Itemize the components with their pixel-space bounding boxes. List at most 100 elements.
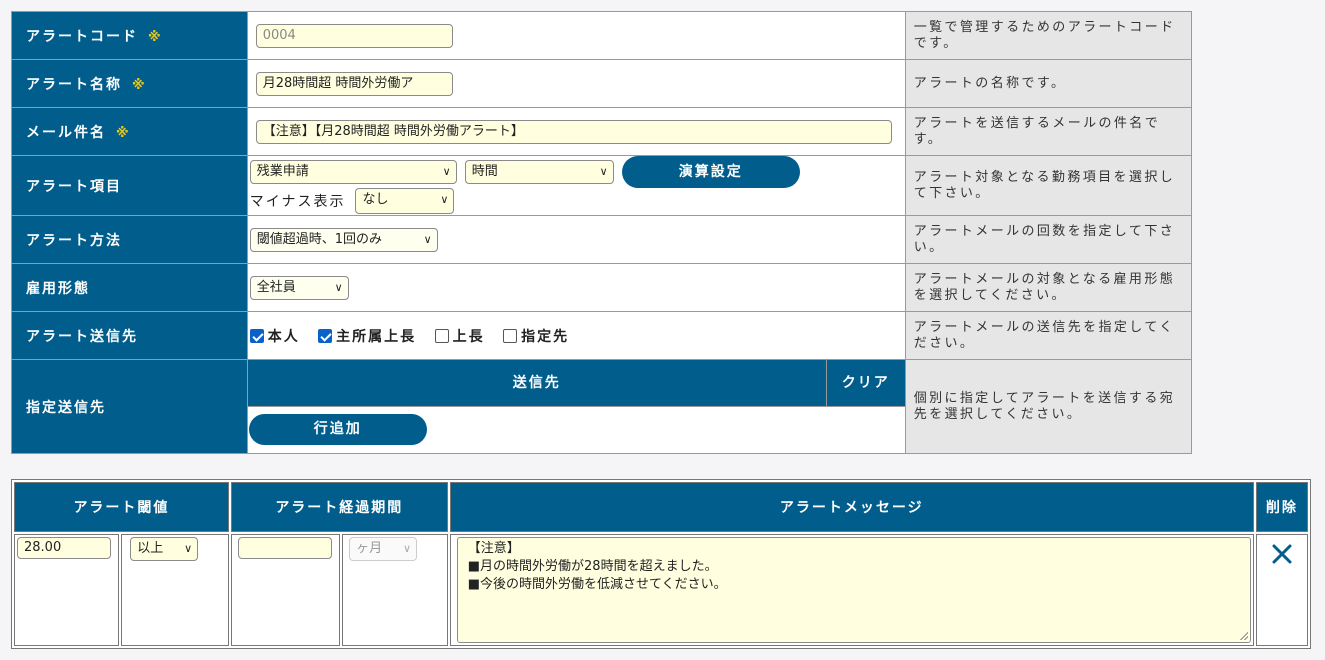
chevron-down-icon: ∨ — [184, 542, 193, 555]
alert-method-select[interactable]: 閾値超過時、1回のみ ∨ — [249, 227, 438, 252]
input-cell: 送信先 クリア 行追加 — [246, 359, 906, 454]
employment-type-desc: アラートメールの対象となる雇用形態を選択してください。 — [904, 263, 1193, 312]
period-unit-cell: ヶ月 ∨ — [342, 534, 448, 646]
mail-subject-desc: アラートを送信するメールの件名です。 — [904, 107, 1193, 156]
message-line: ■月の時間外労働が28時間を超えました。 — [467, 559, 718, 574]
label-cell: メール件名 ※ — [11, 107, 248, 156]
period-value-cell — [230, 534, 341, 646]
item-unit-value: 時間 — [471, 163, 498, 179]
row-alert-code: アラートコード ※ 0004 一覧で管理するためのアラートコードです。 — [11, 11, 1193, 60]
minus-display-label: マイナス表示 — [249, 193, 346, 210]
period-unit-select[interactable]: ヶ月 ∨ — [349, 537, 418, 561]
calc-settings-button[interactable]: 演算設定 — [621, 155, 800, 188]
alert-settings-form: アラートコード ※ 0004 一覧で管理するためのアラートコードです。 アラート名… — [11, 11, 1193, 454]
alert-recipients-desc: アラートメールの送信先を指定してください。 — [904, 311, 1193, 360]
destination-column-header: 送信先 — [247, 360, 827, 406]
add-row-button[interactable]: 行追加 — [248, 414, 427, 445]
chevron-down-icon: ∨ — [599, 164, 608, 178]
comparison-cell: 以上 ∨ — [121, 534, 229, 646]
alert-code-label: アラートコード — [26, 28, 138, 45]
clear-column-header: クリア — [826, 360, 905, 406]
chevron-down-icon: ∨ — [334, 280, 343, 294]
required-mark: ※ — [116, 125, 131, 141]
alert-code-input[interactable]: 0004 — [255, 23, 453, 48]
table-row: 28.00 以上 ∨ ヶ月 ∨ 【注意】 ■月の時間外労働が28時間を超えました。 … — [14, 534, 1308, 646]
alert-method-value: 閾値超過時、1回のみ — [256, 231, 382, 247]
input-cell: 本人 主所属上長 上長 指定先 — [246, 311, 906, 360]
alert-threshold-table: アラート閾値 アラート経過期間 アラートメッセージ 削除 28.00 以上 ∨ ヶ… — [11, 479, 1311, 649]
threshold-value-cell: 28.00 — [14, 534, 120, 646]
recipient-main-boss-label: 主所属上長 — [336, 328, 417, 345]
message-line: ■今後の時間外労働を低減させてください。 — [467, 577, 727, 592]
input-cell: 0004 — [246, 11, 906, 60]
item-select-line: 残業申請 ∨ 時間 ∨ 演算設定 — [249, 155, 905, 188]
row-alert-method: アラート方法 閾値超過時、1回のみ ∨ アラートメールの回数を指定して下さい。 — [11, 215, 1193, 264]
minus-display-value: なし — [362, 191, 389, 207]
required-mark: ※ — [148, 29, 163, 45]
input-cell: 月28時間超 時間外労働ア — [246, 59, 906, 108]
close-icon[interactable] — [1271, 543, 1293, 565]
input-cell: 残業申請 ∨ 時間 ∨ 演算設定 マイナス表示 なし ∨ — [246, 155, 906, 216]
recipient-designated-checkbox[interactable] — [503, 328, 518, 343]
recipient-boss-checkbox[interactable] — [434, 328, 449, 343]
chevron-down-icon: ∨ — [440, 192, 449, 206]
row-alert-recipients: アラート送信先 本人 主所属上長 上長 指定先 アラートメールの送信先を指定して… — [11, 311, 1193, 360]
period-input[interactable] — [237, 537, 332, 559]
alert-name-desc: アラートの名称です。 — [904, 59, 1193, 108]
period-unit-value: ヶ月 — [356, 541, 383, 556]
designated-recipients-desc: 個別に指定してアラートを送信する宛先を選択してください。 — [904, 359, 1193, 454]
input-cell: 全社員 ∨ — [246, 263, 906, 312]
alert-code-desc: 一覧で管理するためのアラートコードです。 — [904, 11, 1193, 60]
message-column-header: アラートメッセージ — [449, 482, 1254, 532]
minus-line: マイナス表示 なし ∨ — [250, 187, 905, 215]
message-cell: 【注意】 ■月の時間外労働が28時間を超えました。 ■今後の時間外労働を低減させ… — [449, 534, 1254, 646]
mail-subject-input[interactable]: 【注意】【月28時間超 時間外労働アラート】 — [255, 119, 892, 144]
alert-recipients-label: アラート送信先 — [11, 311, 248, 360]
threshold-column-header: アラート閾値 — [14, 482, 229, 532]
comparison-select[interactable]: 以上 ∨ — [130, 537, 199, 561]
item-category-select[interactable]: 残業申請 ∨ — [249, 159, 457, 184]
period-column-header: アラート経過期間 — [230, 482, 448, 532]
alert-name-label: アラート名称 — [26, 76, 122, 93]
delete-cell — [1255, 534, 1308, 646]
mail-subject-label: メール件名 — [26, 124, 106, 141]
alert-table-header-row: アラート閾値 アラート経過期間 アラートメッセージ 削除 — [14, 482, 1308, 532]
recipient-designated-label: 指定先 — [521, 328, 570, 345]
row-designated-recipients: 指定送信先 送信先 クリア 行追加 個別に指定してアラートを送信する宛先を選択し… — [11, 359, 1193, 454]
threshold-input[interactable]: 28.00 — [17, 537, 111, 559]
alert-method-label: アラート方法 — [11, 215, 248, 264]
item-unit-select[interactable]: 時間 ∨ — [464, 159, 614, 184]
employment-type-value: 全社員 — [256, 279, 296, 295]
designated-recipients-label: 指定送信先 — [11, 359, 248, 454]
chevron-down-icon: ∨ — [423, 232, 432, 246]
recipient-self-label: 本人 — [267, 328, 300, 345]
row-employment-type: 雇用形態 全社員 ∨ アラートメールの対象となる雇用形態を選択してください。 — [11, 263, 1193, 312]
alert-name-input[interactable]: 月28時間超 時間外労働ア — [255, 71, 453, 96]
message-line: 【注意】 — [467, 541, 520, 556]
designated-header: 送信先 クリア — [247, 360, 905, 407]
row-alert-item: アラート項目 残業申請 ∨ 時間 ∨ 演算設定 マイナス表示 なし ∨ アラート対象と… — [11, 155, 1193, 216]
label-cell: アラートコード ※ — [11, 11, 248, 60]
chevron-down-icon: ∨ — [442, 164, 451, 178]
input-cell: 【注意】【月28時間超 時間外労働アラート】 — [246, 107, 906, 156]
employment-type-label: 雇用形態 — [11, 263, 248, 312]
alert-item-label: アラート項目 — [11, 155, 248, 216]
employment-type-select[interactable]: 全社員 ∨ — [249, 275, 349, 300]
required-mark: ※ — [132, 77, 147, 93]
input-cell: 閾値超過時、1回のみ ∨ — [246, 215, 906, 264]
item-category-value: 残業申請 — [256, 163, 309, 179]
comparison-value: 以上 — [137, 541, 164, 556]
recipient-main-boss-checkbox[interactable] — [318, 328, 333, 343]
row-mail-subject: メール件名 ※ 【注意】【月28時間超 時間外労働アラート】 アラートを送信するメ… — [11, 107, 1193, 156]
designated-actions: 行追加 — [248, 407, 905, 445]
row-alert-name: アラート名称 ※ 月28時間超 時間外労働ア アラートの名称です。 — [11, 59, 1193, 108]
recipient-boss-label: 上長 — [452, 328, 485, 345]
minus-display-select[interactable]: なし ∨ — [355, 187, 455, 214]
recipient-self-checkbox[interactable] — [249, 328, 264, 343]
alert-item-desc: アラート対象となる勤務項目を選択して下さい。 — [904, 155, 1193, 216]
label-cell: アラート名称 ※ — [11, 59, 248, 108]
alert-message-textarea[interactable]: 【注意】 ■月の時間外労働が28時間を超えました。 ■今後の時間外労働を低減させ… — [456, 537, 1251, 643]
delete-column-header: 削除 — [1255, 482, 1308, 532]
chevron-down-icon: ∨ — [403, 542, 412, 555]
alert-method-desc: アラートメールの回数を指定して下さい。 — [904, 215, 1193, 264]
